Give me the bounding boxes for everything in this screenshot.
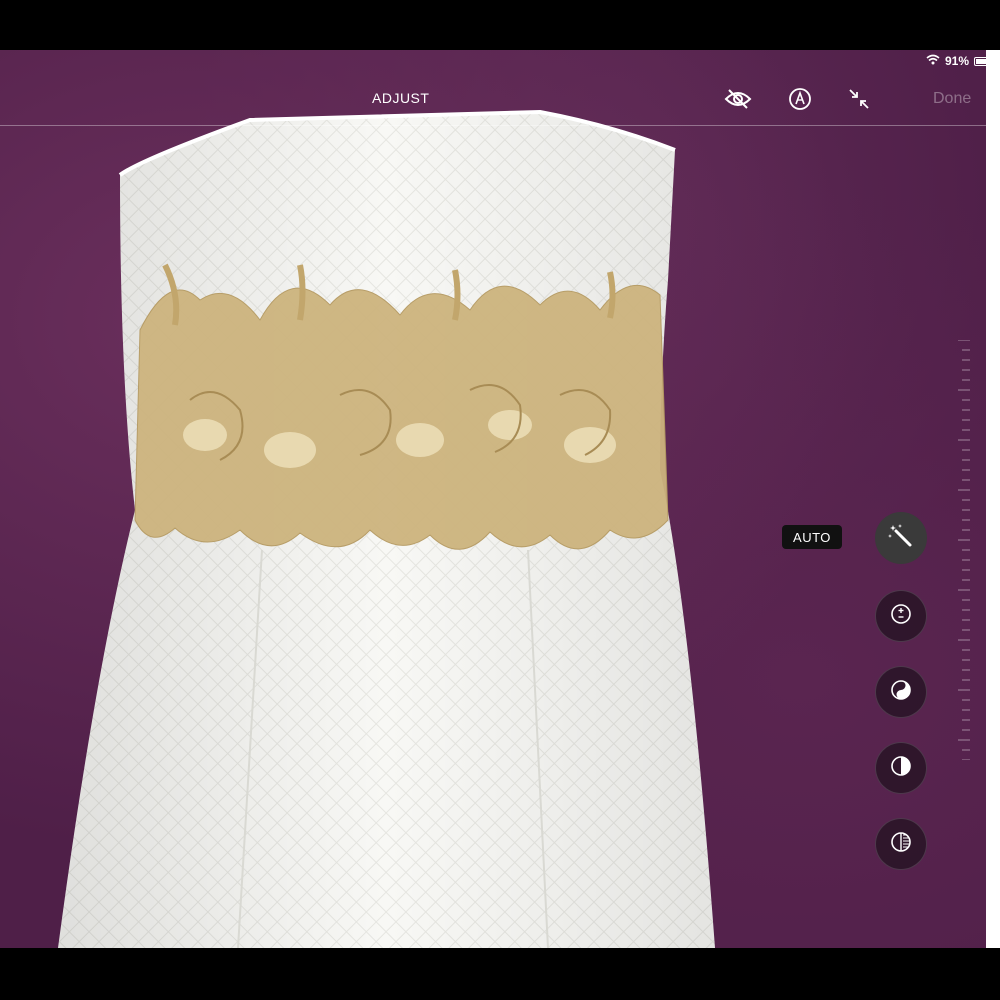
top-letterbox: [0, 0, 1000, 50]
photo-canvas[interactable]: [0, 50, 1000, 948]
exposure-icon: [890, 603, 912, 630]
shadows-icon: [890, 831, 912, 858]
highlights-icon: [890, 755, 912, 782]
markup-pen-icon[interactable]: [785, 84, 815, 114]
dress-photo: [58, 109, 715, 948]
page-title: ADJUST: [372, 90, 430, 106]
wifi-icon: [926, 54, 940, 68]
exposure-button[interactable]: [875, 590, 927, 642]
collapse-arrows-icon[interactable]: [844, 84, 874, 114]
brilliance-button[interactable]: [875, 666, 927, 718]
status-bar: 91%: [926, 52, 994, 70]
auto-enhance-button[interactable]: [875, 512, 927, 564]
brilliance-icon: [890, 679, 912, 706]
shadows-button[interactable]: [875, 818, 927, 870]
adjust-scrubber-ruler[interactable]: [958, 339, 970, 761]
eye-slash-icon[interactable]: [723, 84, 753, 114]
magic-wand-icon: [888, 523, 914, 554]
done-button[interactable]: Done: [933, 90, 971, 108]
right-edge-strip: [986, 50, 1000, 948]
highlights-button[interactable]: [875, 742, 927, 794]
battery-percent: 91%: [944, 54, 969, 68]
top-toolbar: ADJUST Done: [0, 70, 986, 126]
auto-label: AUTO: [782, 525, 842, 549]
bottom-letterbox: [0, 948, 1000, 1000]
battery-icon: [974, 56, 994, 66]
